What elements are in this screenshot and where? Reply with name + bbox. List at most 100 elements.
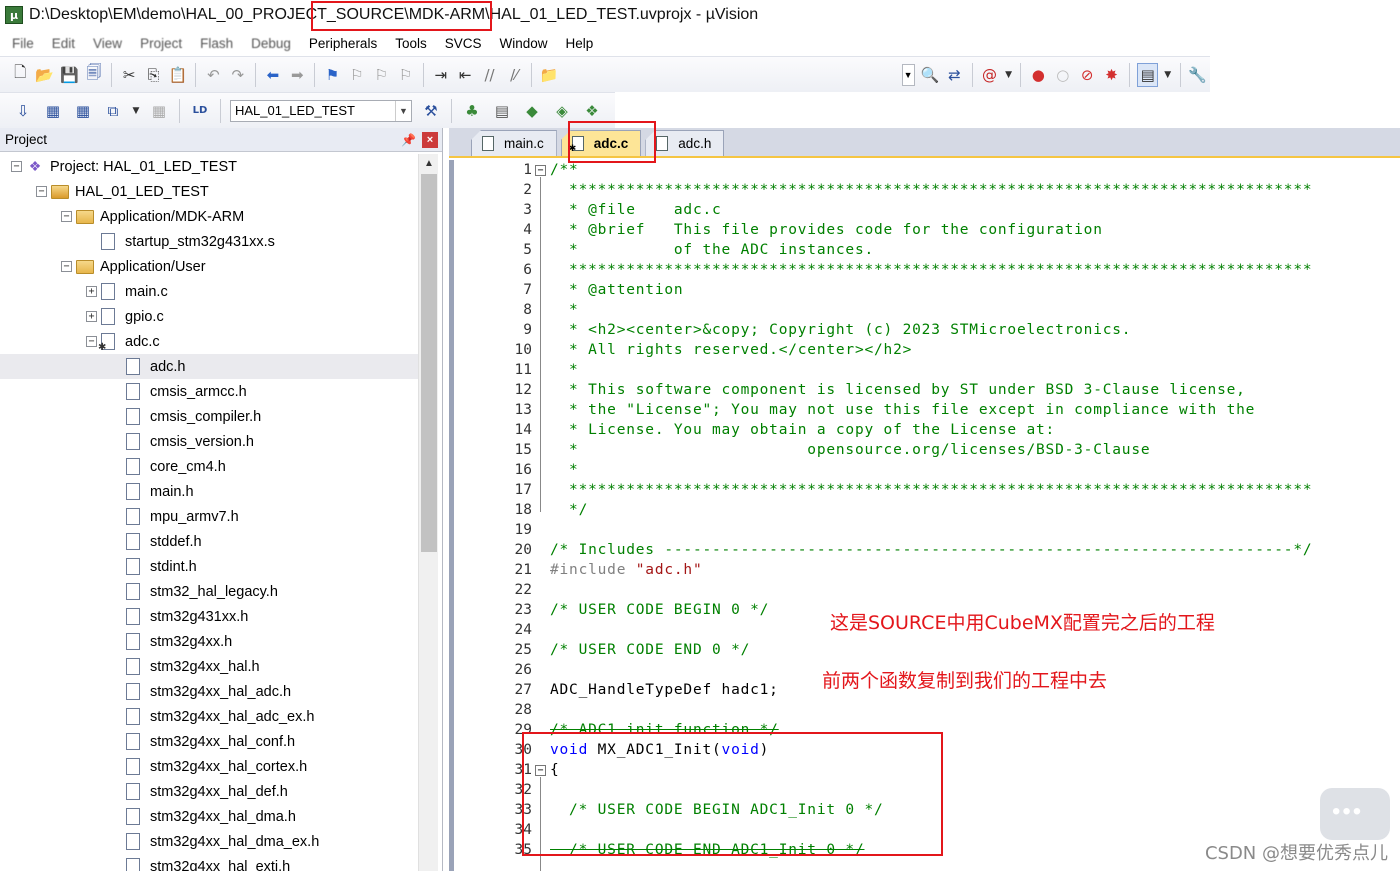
- tree-item[interactable]: startup_stm32g431xx.s: [0, 229, 418, 254]
- pin-icon[interactable]: 📌: [401, 133, 416, 147]
- find-in-files-icon[interactable]: 📁: [540, 63, 559, 87]
- undo-icon[interactable]: ↶: [204, 63, 222, 87]
- select-packs-icon[interactable]: ◈: [550, 99, 574, 123]
- menu-svcs[interactable]: SVCS: [436, 32, 491, 54]
- tree-item[interactable]: − Application/User: [0, 254, 418, 279]
- new-file-icon[interactable]: 🗋: [11, 63, 29, 87]
- fold-toggle-icon[interactable]: −: [535, 165, 546, 176]
- tree-item[interactable]: − adc.c: [0, 329, 418, 354]
- kill-all-breakpoints-icon[interactable]: ✸: [1102, 63, 1120, 87]
- tree-item[interactable]: stm32g4xx_hal_adc_ex.h: [0, 704, 418, 729]
- batch-dropdown-icon[interactable]: ▼: [131, 99, 141, 123]
- debug-icon[interactable]: @: [980, 63, 998, 87]
- tree-item[interactable]: stm32g4xx_hal_exti.h: [0, 854, 418, 871]
- disable-breakpoint-icon[interactable]: ○: [1054, 63, 1072, 87]
- menu-help[interactable]: Help: [557, 32, 603, 54]
- redo-icon[interactable]: ↷: [229, 63, 247, 87]
- expand-icon[interactable]: +: [86, 311, 97, 322]
- collapse-icon[interactable]: −: [36, 186, 47, 197]
- tree-item[interactable]: stm32g4xx_hal_cortex.h: [0, 754, 418, 779]
- menu-window[interactable]: Window: [490, 32, 556, 54]
- scroll-thumb[interactable]: [421, 174, 437, 552]
- tree-item[interactable]: stm32_hal_legacy.h: [0, 579, 418, 604]
- collapse-icon[interactable]: −: [86, 336, 97, 347]
- prev-bookmark-icon[interactable]: ⚐: [348, 63, 366, 87]
- tree-item[interactable]: + main.c: [0, 279, 418, 304]
- menu-project[interactable]: Project: [131, 32, 191, 54]
- rebuild-icon[interactable]: ▦: [71, 99, 95, 123]
- tree-item[interactable]: stm32g431xx.h: [0, 604, 418, 629]
- tree-item[interactable]: cmsis_version.h: [0, 429, 418, 454]
- clear-bookmarks-icon[interactable]: ⚐: [396, 63, 414, 87]
- comment-icon[interactable]: //: [480, 63, 498, 87]
- collapse-icon[interactable]: −: [11, 161, 22, 172]
- bookmark-icon[interactable]: ⚑: [323, 63, 341, 87]
- menu-file[interactable]: File: [3, 32, 43, 54]
- event-recorder-icon[interactable]: ❖: [580, 99, 604, 123]
- save-all-icon[interactable]: 🗐: [85, 63, 103, 87]
- tree-item[interactable]: stdint.h: [0, 554, 418, 579]
- menu-peripherals[interactable]: Peripherals: [300, 32, 386, 54]
- manage-components-icon[interactable]: ♣: [460, 99, 484, 123]
- tree-item[interactable]: main.h: [0, 479, 418, 504]
- collapse-icon[interactable]: −: [61, 261, 72, 272]
- configure-icon[interactable]: 🔧: [1188, 63, 1207, 87]
- incremental-find-icon[interactable]: ⇄: [945, 63, 963, 87]
- download-icon[interactable]: LD: [188, 99, 212, 123]
- tree-item[interactable]: core_cm4.h: [0, 454, 418, 479]
- find-dropdown[interactable]: ▼: [901, 63, 915, 86]
- kill-breakpoints-icon[interactable]: ⊘: [1078, 63, 1096, 87]
- batch-build-icon[interactable]: ⧉: [101, 99, 125, 123]
- stop-build-icon[interactable]: ▦: [147, 99, 171, 123]
- translate-icon[interactable]: ⇩: [11, 99, 35, 123]
- build-icon[interactable]: ▦: [41, 99, 65, 123]
- breakpoint-icon[interactable]: ●: [1029, 63, 1047, 87]
- tree-item[interactable]: adc.h: [0, 354, 418, 379]
- menu-debug[interactable]: Debug: [242, 32, 300, 54]
- paste-icon[interactable]: 📋: [169, 63, 188, 87]
- tab-main-c[interactable]: main.c: [471, 130, 557, 156]
- tree-item[interactable]: stm32g4xx.h: [0, 629, 418, 654]
- tree-item[interactable]: − Application/MDK-ARM: [0, 204, 418, 229]
- tree-item[interactable]: stm32g4xx_hal_dma_ex.h: [0, 829, 418, 854]
- nav-back-icon[interactable]: ⬅: [264, 63, 282, 87]
- menu-edit[interactable]: Edit: [43, 32, 84, 54]
- tree-item[interactable]: stm32g4xx_hal_def.h: [0, 779, 418, 804]
- save-icon[interactable]: 💾: [60, 63, 79, 87]
- menu-view[interactable]: View: [84, 32, 131, 54]
- tree-item[interactable]: stddef.h: [0, 529, 418, 554]
- uncomment-icon[interactable]: /⁄: [505, 63, 523, 87]
- project-scrollbar[interactable]: ▲: [418, 154, 438, 871]
- scroll-up-icon[interactable]: ▲: [419, 154, 439, 172]
- target-options-icon[interactable]: ⚒: [419, 99, 443, 123]
- tree-item[interactable]: stm32g4xx_hal_dma.h: [0, 804, 418, 829]
- tree-item[interactable]: stm32g4xx_hal_conf.h: [0, 729, 418, 754]
- tab-adc-h[interactable]: adc.h: [645, 130, 725, 156]
- copy-icon[interactable]: ⎘: [144, 63, 162, 87]
- window-icon[interactable]: ▤: [1137, 62, 1158, 87]
- tree-item[interactable]: + gpio.c: [0, 304, 418, 329]
- find-icon[interactable]: 🔍: [921, 63, 940, 87]
- unindent-icon[interactable]: ⇤: [456, 63, 474, 87]
- pack-installer-icon[interactable]: ◆: [520, 99, 544, 123]
- expand-icon[interactable]: +: [86, 286, 97, 297]
- tree-item[interactable]: stm32g4xx_hal_adc.h: [0, 679, 418, 704]
- indent-icon[interactable]: ⇥: [432, 63, 450, 87]
- file-extensions-icon[interactable]: ▤: [490, 99, 514, 123]
- cut-icon[interactable]: ✂: [120, 63, 138, 87]
- tree-item[interactable]: mpu_armv7.h: [0, 504, 418, 529]
- tree-item[interactable]: cmsis_compiler.h: [0, 404, 418, 429]
- collapse-icon[interactable]: −: [61, 211, 72, 222]
- close-icon[interactable]: ×: [422, 131, 438, 148]
- tree-item[interactable]: cmsis_armcc.h: [0, 379, 418, 404]
- tree-item[interactable]: − ❖ Project: HAL_01_LED_TEST: [0, 154, 418, 179]
- menu-tools[interactable]: Tools: [386, 32, 436, 54]
- menu-flash[interactable]: Flash: [191, 32, 242, 54]
- debug-dropdown-icon[interactable]: ▼: [1005, 63, 1013, 87]
- window-dropdown-icon[interactable]: ▼: [1164, 63, 1172, 87]
- nav-forward-icon[interactable]: ➡: [288, 63, 306, 87]
- tree-item[interactable]: − HAL_01_LED_TEST: [0, 179, 418, 204]
- target-select[interactable]: HAL_01_LED_TEST ▼: [230, 99, 412, 122]
- next-bookmark-icon[interactable]: ⚐: [372, 63, 390, 87]
- open-icon[interactable]: 📂: [35, 63, 54, 87]
